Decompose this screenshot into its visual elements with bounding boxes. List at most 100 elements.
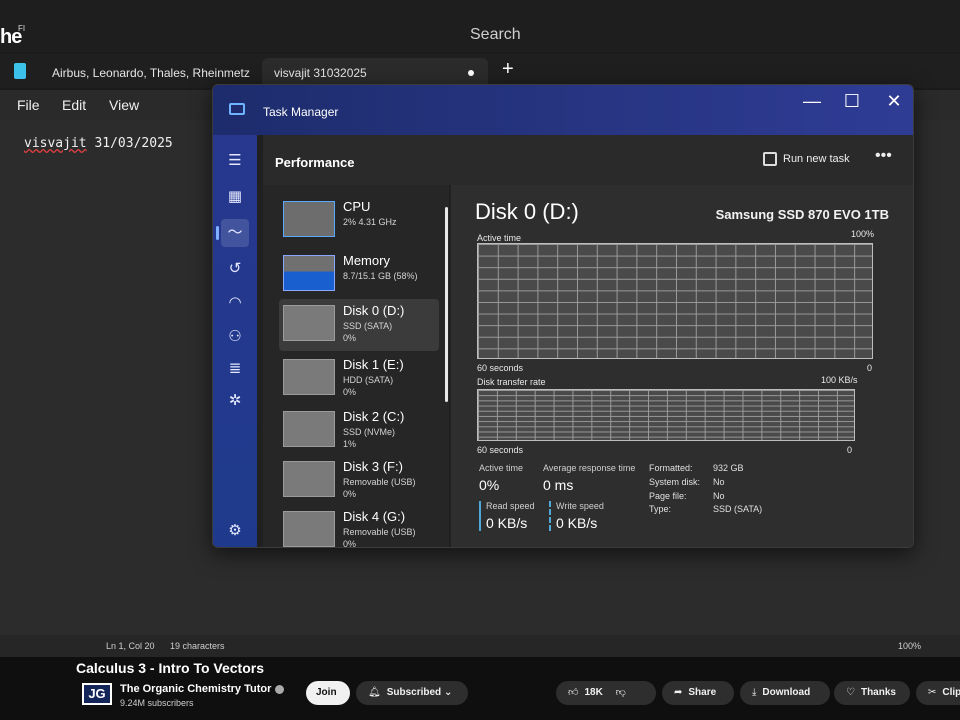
like-count: 18K bbox=[584, 687, 603, 698]
memory-thumbnail bbox=[283, 255, 335, 291]
details-icon[interactable]: ≣ bbox=[221, 355, 249, 383]
read-speed-label: Read speed bbox=[486, 501, 535, 511]
new-tab-button[interactable]: + bbox=[502, 58, 514, 81]
active-time-graph bbox=[477, 243, 873, 359]
avg-response-value: 0 ms bbox=[543, 477, 574, 493]
notepad-text-date: 31/03/2025 bbox=[86, 136, 173, 151]
maximize-button[interactable]: ☐ bbox=[837, 91, 867, 112]
thumbs-up-icon: 👍︎ bbox=[568, 687, 579, 698]
write-speed-indicator bbox=[549, 501, 551, 531]
resource-item-disk-3[interactable]: Disk 3 (F:) Removable (USB) 0% bbox=[279, 455, 439, 507]
status-zoom: 100% bbox=[898, 641, 922, 651]
performance-header: Performance Run new task ••• bbox=[263, 135, 913, 185]
youtube-video-info: Calculus 3 - Intro To Vectors JG The Org… bbox=[0, 657, 960, 720]
resource-item-disk-1[interactable]: Disk 1 (E:) HDD (SATA) 0% bbox=[279, 353, 439, 405]
disk-detail-panel: Disk 0 (D:) Samsung SSD 870 EVO 1TB Acti… bbox=[451, 185, 913, 547]
performance-icon[interactable]: 〜 bbox=[216, 219, 249, 247]
notepad-status-bar: Ln 1, Col 20 19 characters 100% bbox=[0, 635, 960, 657]
users-icon[interactable]: ⚇ bbox=[221, 323, 249, 351]
transfer-rate-graph-min: 0 bbox=[847, 445, 853, 455]
resource-value: 1% bbox=[343, 439, 357, 449]
app-history-icon[interactable]: ↺ bbox=[221, 255, 249, 283]
write-speed-value: 0 KB/s bbox=[556, 515, 598, 531]
resource-item-disk-2[interactable]: Disk 2 (C:) SSD (NVMe) 1% bbox=[279, 405, 439, 457]
system-disk-label: System disk: bbox=[649, 477, 701, 487]
active-time-graph-min: 0 bbox=[867, 363, 873, 373]
resource-title: Disk 2 (C:) bbox=[343, 409, 405, 424]
run-new-task-button[interactable]: Run new task bbox=[783, 153, 850, 165]
thanks-button[interactable]: ♡ Thanks bbox=[834, 681, 910, 705]
unsaved-dot-icon bbox=[468, 70, 474, 76]
avg-response-label: Average response time bbox=[543, 463, 636, 473]
search-box[interactable]: Search bbox=[470, 26, 521, 44]
resource-title: Disk 1 (E:) bbox=[343, 357, 404, 372]
disk-0-thumbnail bbox=[283, 305, 335, 341]
page-file-label: Page file: bbox=[649, 491, 687, 501]
resource-subtitle: 8.7/15.1 GB (58%) bbox=[343, 271, 418, 281]
resource-title: Memory bbox=[343, 253, 390, 268]
disk-3-thumbnail bbox=[283, 461, 335, 497]
disk-model: Samsung SSD 870 EVO 1TB bbox=[715, 207, 889, 222]
close-button[interactable]: ✕ bbox=[879, 91, 909, 112]
status-position: Ln 1, Col 20 bbox=[106, 641, 155, 651]
resource-title: Disk 0 (D:) bbox=[343, 303, 405, 318]
resource-item-cpu[interactable]: CPU 2% 4.31 GHz bbox=[279, 195, 439, 247]
resource-value: 0% bbox=[343, 387, 357, 397]
join-button[interactable]: Join bbox=[306, 681, 350, 705]
browser-top-bar: he FI Search bbox=[0, 0, 960, 52]
scissors-icon: ✂ bbox=[928, 687, 937, 698]
processes-icon[interactable]: ▦ bbox=[221, 183, 249, 211]
formatted-value: 932 GB bbox=[713, 463, 744, 473]
cpu-thumbnail bbox=[283, 201, 335, 237]
notepad-icon bbox=[14, 63, 26, 79]
task-manager-icon bbox=[229, 103, 245, 115]
resource-subtitle: Removable (USB) bbox=[343, 527, 416, 537]
type-label: Type: bbox=[649, 504, 672, 514]
notepad-tab-2[interactable]: visvajit 31032025 bbox=[262, 58, 488, 86]
notepad-tab-1[interactable]: Airbus, Leonardo, Thales, Rheinmetz bbox=[40, 58, 266, 86]
type-value: SSD (SATA) bbox=[713, 504, 763, 514]
status-characters: 19 characters bbox=[170, 641, 225, 651]
share-button[interactable]: ➦ Share bbox=[662, 681, 734, 705]
menu-file[interactable]: File bbox=[17, 97, 40, 113]
resource-value: 0% bbox=[343, 539, 357, 548]
transfer-rate-graph-max: 100 KB/s bbox=[821, 375, 858, 385]
download-button[interactable]: ⤓ Download bbox=[740, 681, 830, 705]
menu-view[interactable]: View bbox=[109, 97, 139, 113]
browser-brand-sup: FI bbox=[18, 24, 26, 33]
verified-icon bbox=[275, 684, 285, 694]
like-dislike-button[interactable]: 👍︎ 18K 👎︎ bbox=[556, 681, 656, 705]
resource-item-memory[interactable]: Memory 8.7/15.1 GB (58%) bbox=[279, 249, 439, 301]
more-options-button[interactable]: ••• bbox=[875, 147, 892, 165]
resource-item-disk-4[interactable]: Disk 4 (G:) Removable (USB) 0% bbox=[279, 505, 439, 548]
performance-title: Performance bbox=[275, 155, 355, 170]
transfer-rate-graph-label: Disk transfer rate bbox=[477, 377, 546, 387]
transfer-rate-graph bbox=[477, 389, 855, 441]
services-icon[interactable]: ✲ bbox=[221, 387, 249, 415]
disk-title: Disk 0 (D:) bbox=[475, 199, 579, 224]
chevron-down-icon: ⌄ bbox=[443, 687, 453, 698]
active-time-graph-max: 100% bbox=[851, 229, 875, 239]
settings-icon[interactable]: ⚙ bbox=[221, 517, 249, 545]
bell-icon: 🔔︎ bbox=[368, 687, 381, 698]
menu-edit[interactable]: Edit bbox=[62, 97, 86, 113]
run-new-task-icon[interactable] bbox=[763, 152, 777, 166]
read-speed-indicator bbox=[479, 501, 481, 531]
resource-list: CPU 2% 4.31 GHz Memory 8.7/15.1 GB (58%)… bbox=[263, 185, 449, 548]
resource-title: Disk 3 (F:) bbox=[343, 459, 403, 474]
startup-apps-icon[interactable]: ◠ bbox=[221, 289, 249, 317]
channel-avatar[interactable]: JG bbox=[82, 683, 112, 705]
active-time-graph-time: 60 seconds bbox=[477, 363, 524, 373]
thumbs-down-icon: 👎︎ bbox=[615, 687, 626, 698]
hamburger-menu-icon[interactable]: ☰ bbox=[221, 147, 249, 175]
minimize-button[interactable]: — bbox=[797, 91, 827, 112]
subscribed-button[interactable]: 🔔︎ Subscribed ⌄ bbox=[356, 681, 468, 705]
resource-subtitle: SSD (NVMe) bbox=[343, 427, 396, 437]
task-manager-title-bar: Task Manager — ☐ ✕ bbox=[213, 85, 913, 135]
resource-item-disk-0[interactable]: Disk 0 (D:) SSD (SATA) 0% bbox=[279, 299, 439, 351]
channel-name[interactable]: The Organic Chemistry Tutor bbox=[120, 683, 285, 695]
active-time-label: Active time bbox=[479, 463, 524, 473]
resource-list-scrollbar[interactable] bbox=[445, 207, 448, 402]
clip-button[interactable]: ✂ Clip bbox=[916, 681, 960, 705]
share-label: Share bbox=[688, 687, 717, 698]
